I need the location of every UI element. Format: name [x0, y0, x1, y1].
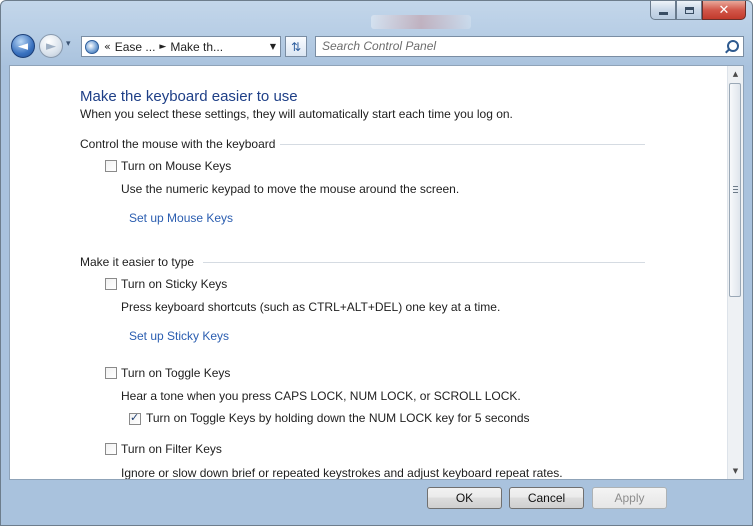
refresh-icon: ⇅	[290, 39, 302, 54]
setup-sticky-keys-link[interactable]: Set up Sticky Keys	[129, 329, 229, 343]
toggle-keys-label[interactable]: Turn on Toggle Keys	[121, 366, 230, 380]
control-panel-icon	[85, 39, 99, 54]
close-button[interactable]: ✕	[702, 1, 746, 20]
mouse-keys-checkbox[interactable]	[105, 160, 117, 172]
page-title: Make the keyboard easier to use	[80, 88, 298, 105]
toggle-keys-numlock-label[interactable]: Turn on Toggle Keys by holding down the …	[146, 411, 530, 425]
section-heading-typing: Make it easier to type	[80, 255, 195, 269]
search-placeholder: Search Control Panel	[322, 39, 437, 53]
section-heading-mouse: Control the mouse with the keyboard	[80, 137, 276, 151]
scrollbar-grip-icon	[733, 186, 738, 193]
filter-keys-description: Ignore or slow down brief or repeated ke…	[121, 466, 563, 480]
scroll-down-icon[interactable]: ▼	[728, 463, 743, 479]
back-button[interactable]: ◄	[11, 34, 35, 58]
scroll-up-icon[interactable]: ▲	[728, 66, 743, 82]
mouse-keys-description: Use the numeric keypad to move the mouse…	[121, 182, 460, 196]
window-frame: ✕ ◄ ► ▾ « Ease ... ► Make th... ▼ ⇅ Sear…	[0, 0, 753, 526]
search-icon[interactable]	[727, 40, 739, 52]
toggle-keys-numlock-checkbox[interactable]	[129, 411, 141, 425]
dialog-button-bar: OK Cancel Apply	[9, 483, 744, 517]
breadcrumb-make-keyboard-easier[interactable]: Make th...	[170, 40, 223, 54]
maximize-icon	[684, 6, 694, 14]
mouse-keys-label[interactable]: Turn on Mouse Keys	[121, 159, 231, 173]
overflow-chevron-icon[interactable]: «	[104, 40, 111, 53]
background-window-fragment	[371, 15, 471, 29]
search-input[interactable]: Search Control Panel	[315, 36, 744, 57]
recent-pages-dropdown-icon[interactable]: ▾	[66, 39, 71, 49]
minimize-icon	[658, 11, 668, 15]
refresh-button[interactable]: ⇅	[285, 36, 307, 57]
filter-keys-label[interactable]: Turn on Filter Keys	[121, 442, 222, 456]
minimize-button[interactable]	[650, 1, 676, 20]
setup-mouse-keys-link[interactable]: Set up Mouse Keys	[129, 211, 233, 225]
breadcrumb-ease-of-access[interactable]: Ease ...	[115, 40, 156, 54]
apply-button[interactable]: Apply	[592, 487, 667, 509]
vertical-scrollbar[interactable]: ▲ ▼	[727, 66, 743, 479]
sticky-keys-label[interactable]: Turn on Sticky Keys	[121, 277, 227, 291]
forward-button[interactable]: ►	[39, 34, 63, 58]
address-bar[interactable]: « Ease ... ► Make th... ▼	[81, 36, 281, 57]
forward-arrow-icon: ►	[46, 38, 56, 54]
toggle-keys-description: Hear a tone when you press CAPS LOCK, NU…	[121, 389, 521, 403]
maximize-button[interactable]	[676, 1, 702, 20]
section-divider	[203, 262, 645, 263]
ok-button[interactable]: OK	[427, 487, 502, 509]
address-dropdown-icon[interactable]: ▼	[270, 42, 276, 51]
toggle-keys-checkbox[interactable]	[105, 367, 117, 379]
close-icon: ✕	[718, 2, 730, 18]
breadcrumb-separator-icon[interactable]: ►	[159, 42, 166, 52]
filter-keys-checkbox[interactable]	[105, 443, 117, 455]
caption-buttons: ✕	[650, 1, 746, 20]
back-arrow-icon: ◄	[18, 38, 28, 54]
sticky-keys-checkbox[interactable]	[105, 278, 117, 290]
sticky-keys-description: Press keyboard shortcuts (such as CTRL+A…	[121, 300, 501, 314]
navigation-bar: ◄ ► ▾ « Ease ... ► Make th... ▼ ⇅ Search…	[9, 33, 744, 61]
section-divider	[280, 144, 645, 145]
content-pane: Make the keyboard easier to use When you…	[9, 65, 744, 480]
cancel-button[interactable]: Cancel	[509, 487, 584, 509]
page-subtitle: When you select these settings, they wil…	[80, 107, 513, 121]
scrollbar-thumb[interactable]	[729, 83, 741, 297]
